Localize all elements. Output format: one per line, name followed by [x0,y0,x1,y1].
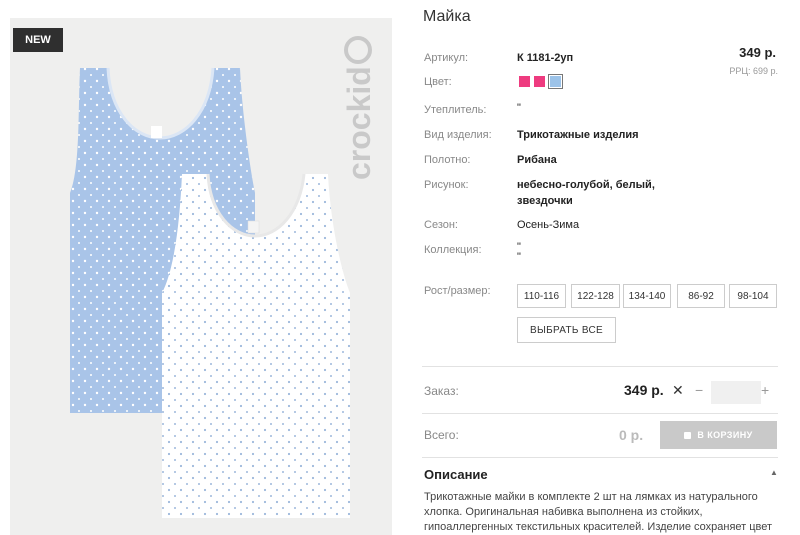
product-title: Майка [423,8,471,25]
color-swatch-blue[interactable] [548,74,563,89]
collection-value-line2: " [517,251,521,263]
size-button-98-104[interactable]: 98-104 [729,284,777,308]
size-button-122-128[interactable]: 122-128 [571,284,620,308]
description-text: Трикотажные майки в комплекте 2 шт на ля… [424,491,773,533]
decrease-quantity-button[interactable]: − [695,382,703,398]
divider [422,457,778,458]
divider [422,413,778,414]
insulation-value: " [517,102,521,114]
fabric-value: Рибана [517,154,557,166]
bag-icon [684,432,692,439]
article-value: К 1181-2уп [517,52,574,64]
crockid-logo: crockid [341,36,377,180]
recommended-price: РРЦ: 699 р. [729,66,778,76]
pattern-value-line2: звездочки [517,195,573,207]
order-label: Заказ: [424,384,459,398]
size-button-86-92[interactable]: 86-92 [677,284,725,308]
quantity-input[interactable] [711,381,761,404]
collection-label: Коллекция: [424,244,482,256]
product-photo[interactable]: NEW crockid [10,18,392,535]
description-title[interactable]: Описание [424,467,488,482]
type-value: Трикотажные изделия [517,129,639,141]
add-to-cart-button[interactable]: В КОРЗИНУ [660,421,777,449]
size-label: Рост/размер: [424,285,491,297]
season-label: Сезон: [424,219,458,231]
pattern-label: Рисунок: [424,179,469,191]
season-value: Осень-Зима [517,219,580,231]
increase-quantity-button[interactable]: + [761,382,769,398]
type-label: Вид изделия: [424,129,492,141]
select-all-button[interactable]: ВЫБРАТЬ ВСЕ [517,317,616,343]
new-badge: NEW [13,28,63,52]
color-label: Цвет: [424,76,452,88]
size-button-134-140[interactable]: 134-140 [623,284,671,308]
product-price: 349 р. [739,45,776,60]
svg-text:crockid: crockid [341,66,377,180]
size-button-110-116[interactable]: 110-116 [517,284,566,308]
pattern-value-line1: небесно-голубой, белый, [517,179,655,191]
insulation-label: Утеплитель: [424,104,487,116]
total-value: 0 р. [619,427,644,443]
color-swatch-pink-2[interactable] [534,76,545,87]
fabric-label: Полотно: [424,154,471,166]
divider [422,366,778,367]
add-to-cart-label: В КОРЗИНУ [697,430,753,440]
total-label: Всего: [424,428,459,442]
color-swatch-pink[interactable] [519,76,530,87]
remove-icon[interactable]: ✕ [672,382,684,399]
order-price: 349 р. [624,382,664,398]
article-label: Артикул: [424,52,469,64]
collapse-caret-icon[interactable]: ▲ [770,468,778,477]
